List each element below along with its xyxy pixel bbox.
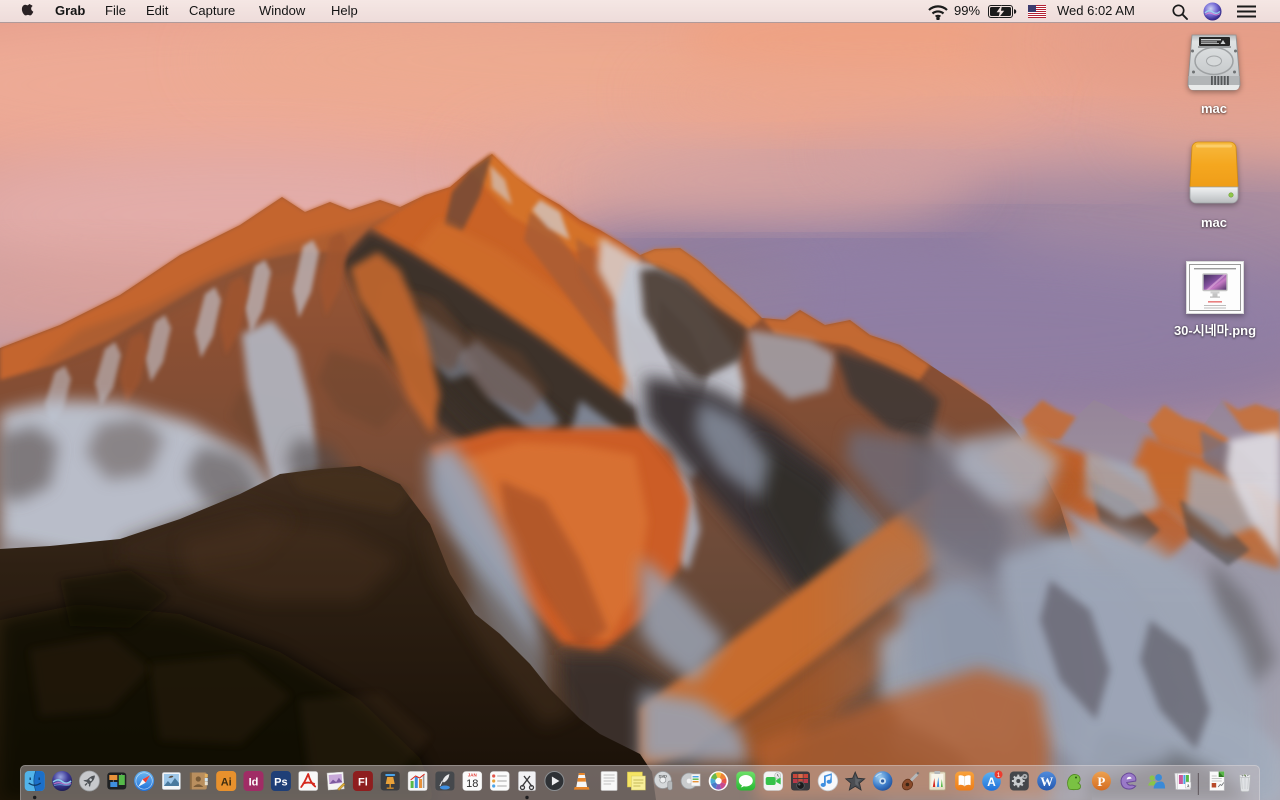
svg-text:JAN: JAN: [468, 773, 477, 778]
svg-text:P: P: [1097, 774, 1105, 789]
svg-text:Fl: Fl: [358, 777, 368, 789]
svg-text:W: W: [1040, 774, 1053, 789]
svg-text:1: 1: [997, 772, 1001, 779]
svg-text:Ai: Ai: [221, 777, 232, 789]
svg-text:A: A: [987, 775, 996, 789]
svg-text:DVD: DVD: [659, 774, 668, 779]
svg-text:Id: Id: [249, 777, 259, 789]
svg-text:18: 18: [466, 778, 478, 790]
svg-text:Ps: Ps: [274, 777, 287, 789]
